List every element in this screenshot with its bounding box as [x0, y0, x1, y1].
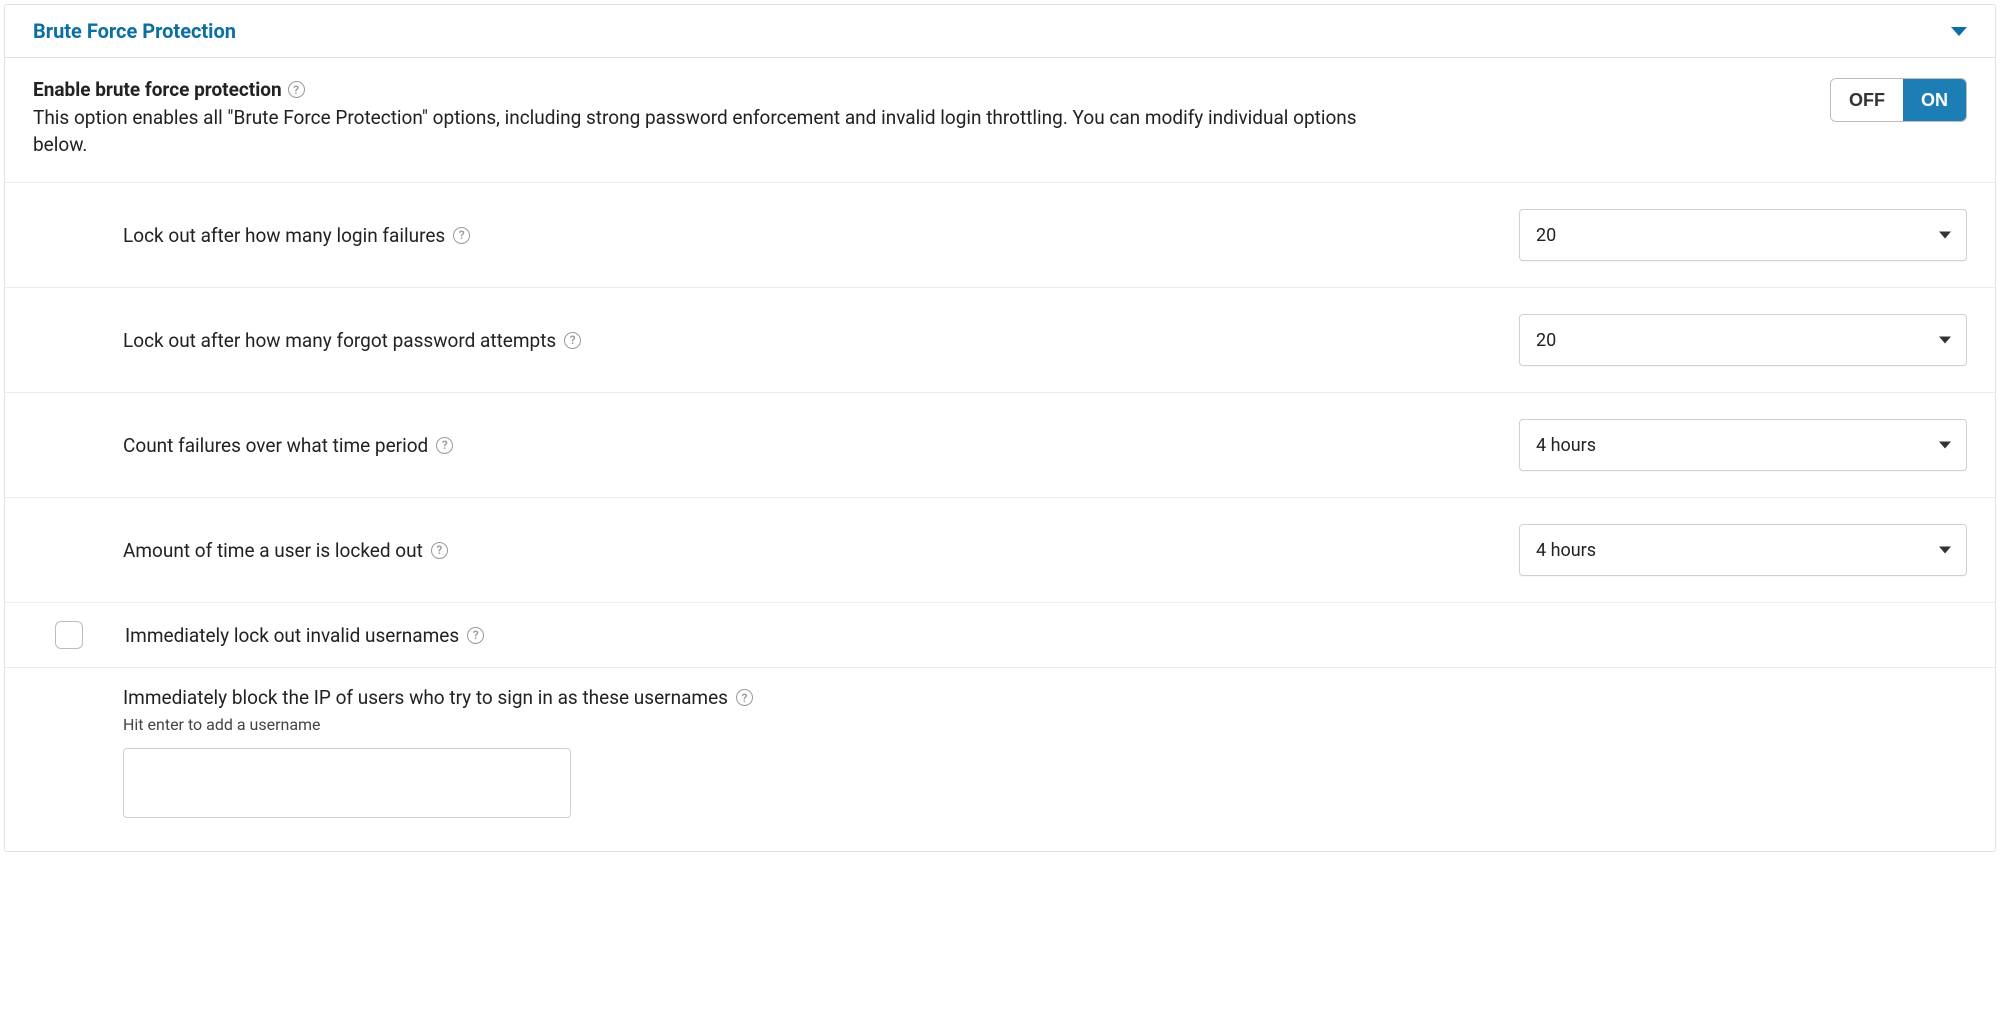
help-icon[interactable]: ?: [436, 437, 453, 454]
enable-title: Enable brute force protection ?: [33, 78, 305, 101]
checkbox-lock-invalid[interactable]: [55, 621, 83, 649]
row-count-period: Count failures over what time period ? 4…: [5, 393, 1995, 498]
label-count-period: Count failures over what time period ?: [123, 434, 1499, 457]
panel-title: Brute Force Protection: [33, 19, 236, 43]
enable-row: Enable brute force protection ? This opt…: [5, 58, 1995, 183]
select-lockout-time[interactable]: 4 hours: [1519, 524, 1967, 576]
label-lock-invalid: Immediately lock out invalid usernames ?: [125, 624, 1967, 647]
brute-force-panel: Brute Force Protection Enable brute forc…: [4, 4, 1996, 852]
label-lock-invalid-text: Immediately lock out invalid usernames: [125, 624, 459, 647]
enable-text: Enable brute force protection ? This opt…: [33, 78, 1363, 158]
label-login-failures-text: Lock out after how many login failures: [123, 224, 445, 247]
row-lockout-time: Amount of time a user is locked out ? 4 …: [5, 498, 1995, 603]
select-forgot-attempts[interactable]: 20: [1519, 314, 1967, 366]
help-icon[interactable]: ?: [736, 689, 753, 706]
control-forgot-attempts: 20: [1519, 314, 1967, 366]
select-count-period[interactable]: 4 hours: [1519, 419, 1967, 471]
label-count-period-text: Count failures over what time period: [123, 434, 428, 457]
help-icon[interactable]: ?: [431, 542, 448, 559]
toggle-off-button[interactable]: OFF: [1831, 79, 1903, 121]
help-icon[interactable]: ?: [564, 332, 581, 349]
control-count-period: 4 hours: [1519, 419, 1967, 471]
label-forgot-attempts-text: Lock out after how many forgot password …: [123, 329, 556, 352]
label-block-ip-text: Immediately block the IP of users who tr…: [123, 686, 728, 709]
label-forgot-attempts: Lock out after how many forgot password …: [123, 329, 1499, 352]
select-login-failures[interactable]: 20: [1519, 209, 1967, 261]
label-lockout-time: Amount of time a user is locked out ?: [123, 539, 1499, 562]
select-login-failures-value: 20: [1536, 225, 1556, 246]
chevron-down-icon: [1939, 442, 1951, 449]
row-forgot-attempts: Lock out after how many forgot password …: [5, 288, 1995, 393]
label-login-failures: Lock out after how many login failures ?: [123, 224, 1499, 247]
chevron-down-icon: [1939, 547, 1951, 554]
collapse-icon: [1951, 27, 1967, 36]
panel-header[interactable]: Brute Force Protection: [5, 5, 1995, 58]
select-forgot-attempts-value: 20: [1536, 330, 1556, 351]
input-block-ip-usernames[interactable]: [123, 748, 571, 818]
control-lockout-time: 4 hours: [1519, 524, 1967, 576]
label-block-ip: Immediately block the IP of users who tr…: [123, 686, 753, 709]
toggle-on-button[interactable]: ON: [1903, 79, 1966, 121]
label-lockout-time-text: Amount of time a user is locked out: [123, 539, 423, 562]
help-icon[interactable]: ?: [467, 627, 484, 644]
help-icon[interactable]: ?: [453, 227, 470, 244]
chevron-down-icon: [1939, 232, 1951, 239]
help-icon[interactable]: ?: [288, 81, 305, 98]
enable-toggle: OFF ON: [1830, 78, 1967, 122]
row-login-failures: Lock out after how many login failures ?…: [5, 183, 1995, 288]
control-login-failures: 20: [1519, 209, 1967, 261]
row-block-ip: Immediately block the IP of users who tr…: [5, 668, 1995, 851]
enable-description: This option enables all "Brute Force Pro…: [33, 105, 1363, 158]
enable-title-text: Enable brute force protection: [33, 78, 282, 101]
row-lock-invalid: Immediately lock out invalid usernames ?: [5, 603, 1995, 668]
hint-block-ip: Hit enter to add a username: [123, 715, 1967, 734]
chevron-down-icon: [1939, 337, 1951, 344]
select-lockout-time-value: 4 hours: [1536, 540, 1596, 561]
select-count-period-value: 4 hours: [1536, 435, 1596, 456]
